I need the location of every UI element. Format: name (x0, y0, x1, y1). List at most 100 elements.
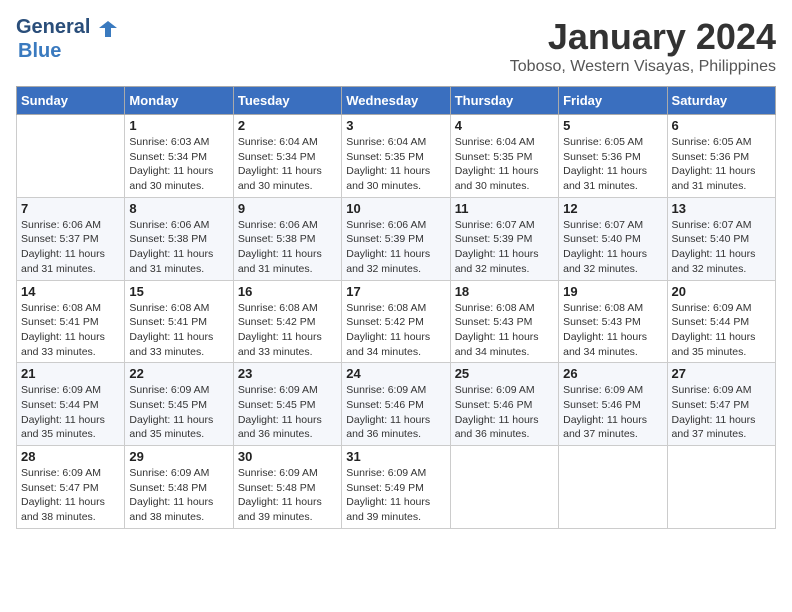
calendar-cell: 14Sunrise: 6:08 AM Sunset: 5:41 PM Dayli… (17, 280, 125, 363)
day-number: 17 (346, 284, 445, 299)
weekday-header-saturday: Saturday (667, 87, 775, 115)
weekday-header-sunday: Sunday (17, 87, 125, 115)
day-number: 10 (346, 201, 445, 216)
day-info: Sunrise: 6:09 AM Sunset: 5:49 PM Dayligh… (346, 466, 445, 525)
calendar-cell: 22 Sunrise: 6:09 AM Sunset: 5:45 PM Dayli… (125, 363, 233, 446)
calendar-week-row: 14Sunrise: 6:08 AM Sunset: 5:41 PM Dayli… (17, 280, 776, 363)
day-info: Sunrise: 6:04 AM Sunset: 5:35 PM Dayligh… (346, 135, 445, 194)
logo-general: General (16, 16, 90, 38)
logo-bird-icon (97, 18, 119, 40)
day-number: 27 (672, 366, 771, 381)
day-number: 30 (238, 449, 337, 464)
month-title: January 2024 (510, 16, 776, 58)
day-info: Sunrise: 6:09 AM Sunset: 5:46 PM Dayligh… (455, 383, 554, 442)
day-info: Sunrise: 6:06 AM Sunset: 5:39 PM Dayligh… (346, 218, 445, 277)
calendar-cell: 25 Sunrise: 6:09 AM Sunset: 5:46 PM Dayli… (450, 363, 558, 446)
calendar-cell (17, 115, 125, 198)
day-info: Sunrise: 6:06 AM Sunset: 5:38 PM Dayligh… (129, 218, 228, 277)
day-number: 2 (238, 118, 337, 133)
calendar-cell: 24Sunrise: 6:09 AM Sunset: 5:46 PM Dayli… (342, 363, 450, 446)
day-info: Sunrise: 6:06 AM Sunset: 5:37 PM Dayligh… (21, 218, 120, 277)
calendar-cell (667, 446, 775, 529)
day-number: 9 (238, 201, 337, 216)
day-info: Sunrise: 6:06 AM Sunset: 5:38 PM Dayligh… (238, 218, 337, 277)
day-info: Sunrise: 6:03 AM Sunset: 5:34 PM Dayligh… (129, 135, 228, 194)
day-number: 16 (238, 284, 337, 299)
day-number: 22 (129, 366, 228, 381)
day-info: Sunrise: 6:04 AM Sunset: 5:34 PM Dayligh… (238, 135, 337, 194)
calendar-cell: 9 Sunrise: 6:06 AM Sunset: 5:38 PM Daylig… (233, 197, 341, 280)
day-info: Sunrise: 6:05 AM Sunset: 5:36 PM Dayligh… (672, 135, 771, 194)
day-info: Sunrise: 6:08 AM Sunset: 5:41 PM Dayligh… (21, 301, 120, 360)
day-number: 8 (129, 201, 228, 216)
day-number: 13 (672, 201, 771, 216)
weekday-header-friday: Friday (559, 87, 667, 115)
day-number: 19 (563, 284, 662, 299)
day-number: 23 (238, 366, 337, 381)
day-number: 12 (563, 201, 662, 216)
day-number: 21 (21, 366, 120, 381)
day-number: 20 (672, 284, 771, 299)
calendar-cell: 29Sunrise: 6:09 AM Sunset: 5:48 PM Dayli… (125, 446, 233, 529)
day-number: 31 (346, 449, 445, 464)
weekday-header-tuesday: Tuesday (233, 87, 341, 115)
calendar-cell: 18 Sunrise: 6:08 AM Sunset: 5:43 PM Dayli… (450, 280, 558, 363)
calendar-cell: 20 Sunrise: 6:09 AM Sunset: 5:44 PM Dayli… (667, 280, 775, 363)
calendar-week-row: 28 Sunrise: 6:09 AM Sunset: 5:47 PM Dayli… (17, 446, 776, 529)
day-number: 18 (455, 284, 554, 299)
day-info: Sunrise: 6:09 AM Sunset: 5:44 PM Dayligh… (21, 383, 120, 442)
day-info: Sunrise: 6:07 AM Sunset: 5:40 PM Dayligh… (672, 218, 771, 277)
calendar-cell: 4Sunrise: 6:04 AM Sunset: 5:35 PM Daylig… (450, 115, 558, 198)
day-info: Sunrise: 6:09 AM Sunset: 5:47 PM Dayligh… (672, 383, 771, 442)
calendar-cell: 5 Sunrise: 6:05 AM Sunset: 5:36 PM Daylig… (559, 115, 667, 198)
day-info: Sunrise: 6:09 AM Sunset: 5:45 PM Dayligh… (129, 383, 228, 442)
day-number: 28 (21, 449, 120, 464)
day-info: Sunrise: 6:07 AM Sunset: 5:39 PM Dayligh… (455, 218, 554, 277)
calendar-week-row: 21 Sunrise: 6:09 AM Sunset: 5:44 PM Dayli… (17, 363, 776, 446)
day-info: Sunrise: 6:08 AM Sunset: 5:42 PM Dayligh… (238, 301, 337, 360)
calendar-cell: 11Sunrise: 6:07 AM Sunset: 5:39 PM Dayli… (450, 197, 558, 280)
day-number: 6 (672, 118, 771, 133)
day-info: Sunrise: 6:09 AM Sunset: 5:44 PM Dayligh… (672, 301, 771, 360)
day-info: Sunrise: 6:08 AM Sunset: 5:41 PM Dayligh… (129, 301, 228, 360)
calendar-cell: 7Sunrise: 6:06 AM Sunset: 5:37 PM Daylig… (17, 197, 125, 280)
day-number: 5 (563, 118, 662, 133)
calendar-cell: 6 Sunrise: 6:05 AM Sunset: 5:36 PM Daylig… (667, 115, 775, 198)
calendar-cell: 19 Sunrise: 6:08 AM Sunset: 5:43 PM Dayli… (559, 280, 667, 363)
weekday-header-thursday: Thursday (450, 87, 558, 115)
day-info: Sunrise: 6:08 AM Sunset: 5:43 PM Dayligh… (563, 301, 662, 360)
day-number: 4 (455, 118, 554, 133)
day-info: Sunrise: 6:09 AM Sunset: 5:47 PM Dayligh… (21, 466, 120, 525)
page-header: General Blue January 2024 Toboso, Wester… (16, 16, 776, 76)
calendar-cell: 30 Sunrise: 6:09 AM Sunset: 5:48 PM Dayli… (233, 446, 341, 529)
calendar-cell: 27 Sunrise: 6:09 AM Sunset: 5:47 PM Dayli… (667, 363, 775, 446)
logo-blue: Blue (18, 40, 61, 62)
calendar-header-row: SundayMondayTuesdayWednesdayThursdayFrid… (17, 87, 776, 115)
calendar-cell: 15Sunrise: 6:08 AM Sunset: 5:41 PM Dayli… (125, 280, 233, 363)
day-info: Sunrise: 6:08 AM Sunset: 5:43 PM Dayligh… (455, 301, 554, 360)
weekday-header-monday: Monday (125, 87, 233, 115)
calendar-cell: 12 Sunrise: 6:07 AM Sunset: 5:40 PM Dayli… (559, 197, 667, 280)
calendar-cell: 17 Sunrise: 6:08 AM Sunset: 5:42 PM Dayli… (342, 280, 450, 363)
calendar-cell: 3 Sunrise: 6:04 AM Sunset: 5:35 PM Daylig… (342, 115, 450, 198)
day-info: Sunrise: 6:08 AM Sunset: 5:42 PM Dayligh… (346, 301, 445, 360)
calendar-cell: 21 Sunrise: 6:09 AM Sunset: 5:44 PM Dayli… (17, 363, 125, 446)
day-info: Sunrise: 6:05 AM Sunset: 5:36 PM Dayligh… (563, 135, 662, 194)
day-info: Sunrise: 6:09 AM Sunset: 5:45 PM Dayligh… (238, 383, 337, 442)
day-info: Sunrise: 6:09 AM Sunset: 5:46 PM Dayligh… (346, 383, 445, 442)
calendar-table: SundayMondayTuesdayWednesdayThursdayFrid… (16, 86, 776, 529)
day-info: Sunrise: 6:09 AM Sunset: 5:46 PM Dayligh… (563, 383, 662, 442)
day-info: Sunrise: 6:07 AM Sunset: 5:40 PM Dayligh… (563, 218, 662, 277)
calendar-cell (559, 446, 667, 529)
day-number: 25 (455, 366, 554, 381)
calendar-cell: 1Sunrise: 6:03 AM Sunset: 5:34 PM Daylig… (125, 115, 233, 198)
day-info: Sunrise: 6:09 AM Sunset: 5:48 PM Dayligh… (129, 466, 228, 525)
calendar-cell (450, 446, 558, 529)
calendar-cell: 26 Sunrise: 6:09 AM Sunset: 5:46 PM Dayli… (559, 363, 667, 446)
day-info: Sunrise: 6:09 AM Sunset: 5:48 PM Dayligh… (238, 466, 337, 525)
calendar-cell: 16 Sunrise: 6:08 AM Sunset: 5:42 PM Dayli… (233, 280, 341, 363)
day-number: 26 (563, 366, 662, 381)
calendar-cell: 2 Sunrise: 6:04 AM Sunset: 5:34 PM Daylig… (233, 115, 341, 198)
day-number: 3 (346, 118, 445, 133)
location-title: Toboso, Western Visayas, Philippines (510, 58, 776, 76)
